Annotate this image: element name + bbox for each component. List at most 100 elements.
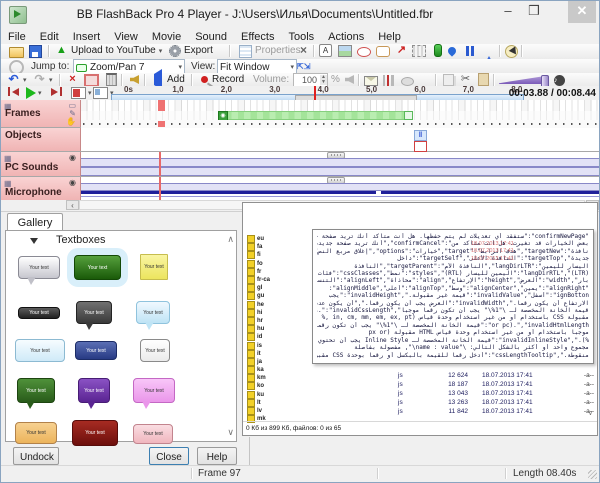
fullscreen-button[interactable]: ⇱⇲ [297, 60, 308, 73]
minimize-button[interactable]: – [495, 1, 521, 23]
open-button[interactable] [9, 44, 24, 57]
timeline-ruler[interactable]: 0s1,02,03,04,05,06,07,08,0 [111, 86, 523, 94]
frame-tool-button[interactable]: ▾ [71, 87, 92, 99]
textbox-white-rounded[interactable]: Your text [140, 339, 170, 362]
menu-effects[interactable]: Effects [234, 29, 281, 45]
split-movie-button[interactable] [383, 73, 394, 86]
effects-row[interactable]: ◉ [81, 111, 599, 120]
insert-textbox-button[interactable]: A [319, 44, 332, 57]
pc-sounds-track-header[interactable]: ▦ ◉ PC Sounds [1, 152, 81, 176]
insert-image-button[interactable] [338, 44, 352, 57]
frames-track-header[interactable]: ▦ ▭ ✎ ✋ Frames [1, 100, 81, 127]
textbox-orchid-bubble[interactable]: Your text [133, 378, 175, 403]
save-button[interactable] [29, 44, 42, 57]
pause-object-icon[interactable]: ‖ [414, 130, 427, 141]
textbox-object-icon[interactable] [414, 141, 427, 152]
chevron-down-icon[interactable]: ▾ [38, 89, 42, 97]
insert-arrow-button[interactable]: ↗ [395, 44, 408, 57]
textbox-yellow-note[interactable]: Your text [140, 254, 168, 280]
insert-highlight-button[interactable] [357, 44, 371, 57]
insert-watermark-button[interactable] [448, 44, 456, 57]
help-button[interactable]: Help [197, 447, 237, 465]
pc-sounds-track[interactable]: ▦ ◉ PC Sounds [1, 152, 599, 177]
textbox-darkred-rounded[interactable]: Your text [72, 420, 118, 446]
upload-youtube-button[interactable]: ▲ Upload to YouTube ▾ [55, 44, 162, 57]
volume-slider[interactable] [499, 75, 551, 86]
movie-preview-pane[interactable]: eufafifofrfr-caglguhehihrhuidisitjakakmk… [242, 202, 598, 436]
resize-grip[interactable] [588, 470, 597, 479]
trash-button[interactable] [104, 73, 119, 86]
objects-track-header[interactable]: Objects [1, 128, 81, 151]
menu-sound[interactable]: Sound [188, 29, 234, 45]
menu-file[interactable]: File [1, 29, 33, 45]
textbox-paleblue-rounded[interactable]: Your text [15, 339, 65, 362]
textbox-pink-rounded[interactable]: Your text [133, 424, 173, 444]
zoom-pan-effect-bar[interactable]: ◉ [218, 111, 412, 120]
menu-insert[interactable]: Insert [66, 29, 108, 45]
objects-track[interactable]: Objects ‖ [1, 128, 599, 152]
play-button[interactable]: ▾ [26, 87, 42, 99]
textbox-charcoal-bubble[interactable]: Your text [76, 301, 112, 324]
maximize-button[interactable]: ❒ [521, 1, 547, 23]
menu-edit[interactable]: Edit [33, 29, 66, 45]
insert-box-button[interactable] [376, 44, 390, 57]
close-window-button[interactable]: ✕ [568, 1, 596, 23]
export-button[interactable]: Export [169, 44, 213, 57]
insert-autoscroll-button[interactable] [482, 44, 495, 57]
go-to-end-button[interactable] [51, 87, 62, 96]
menu-movie[interactable]: Movie [145, 29, 188, 45]
speaker-icon[interactable]: ◉ [69, 178, 76, 187]
preview-effects-button[interactable] [401, 73, 414, 86]
collapse-triangle-icon[interactable] [30, 238, 38, 244]
go-to-start-button[interactable] [8, 87, 19, 96]
delete-frames-button[interactable]: × [66, 73, 79, 86]
properties-button[interactable]: Properties [239, 44, 301, 57]
textbox-tan-rounded[interactable]: Your text [15, 422, 57, 444]
textbox-purple-bubble[interactable]: Your text [78, 378, 110, 403]
chevron-down-icon[interactable]: ▾ [159, 47, 163, 55]
close-button[interactable]: Close [149, 447, 189, 465]
microphone-track-header[interactable]: ▦ ◉ Microphone [1, 177, 81, 200]
insert-blur-button[interactable] [412, 44, 426, 57]
frames-track[interactable]: ▦ ▭ ✎ ✋ Frames ◉ [1, 100, 599, 128]
hand-icon[interactable]: ✋ [66, 117, 76, 126]
spinner-arrows[interactable]: ▲▼ [320, 75, 327, 85]
playhead[interactable] [314, 86, 316, 100]
frame-cells[interactable] [81, 100, 599, 111]
crop-frames-button[interactable] [84, 73, 99, 86]
keyframes-row[interactable] [81, 120, 599, 128]
copy-button[interactable] [441, 73, 456, 86]
microphone-track[interactable]: ▦ ◉ Microphone [1, 177, 599, 200]
undock-button[interactable]: Undock [13, 447, 59, 465]
menu-help[interactable]: Help [371, 29, 408, 45]
gallery-scroll-up[interactable]: ∧ [227, 234, 234, 245]
insert-pause-button[interactable] [465, 44, 475, 57]
menu-actions[interactable]: Actions [321, 29, 371, 45]
textboxes-section-header[interactable]: Textboxes [6, 233, 236, 248]
textbox-silver-bubble[interactable]: Your text [18, 256, 60, 279]
delete-object-button[interactable]: × [297, 44, 310, 57]
insert-marker-button[interactable] [431, 44, 445, 57]
mute-button[interactable] [343, 73, 356, 86]
highlight-cursor-button[interactable] [505, 44, 518, 57]
microphone-track-body[interactable] [81, 177, 599, 200]
selected-frame-marker[interactable] [158, 100, 165, 111]
redo-button[interactable]: ↷▾ [33, 73, 53, 86]
objects-track-body[interactable]: ‖ [81, 128, 599, 151]
speaker-button[interactable]: ♪ [554, 73, 565, 86]
textbox-navy-rounded[interactable]: Your text [75, 341, 117, 360]
textbox-skyblue-bubble[interactable]: Your text [136, 301, 170, 324]
menu-view[interactable]: View [107, 29, 145, 45]
frames-track-body[interactable]: ◉ [81, 100, 599, 127]
textbox-forest-bubble[interactable]: Your text [17, 378, 55, 403]
textbox-black-bar[interactable]: Your text [18, 307, 60, 319]
textbox-green-rounded[interactable]: Your text [74, 255, 121, 280]
title-bar[interactable]: BB FlashBack Pro 4 Player - J:\Users\Иль… [1, 1, 599, 27]
pc-sounds-track-body[interactable] [81, 152, 599, 176]
chevron-down-icon[interactable]: ▾ [88, 89, 92, 97]
undo-button[interactable]: ↶▾ [7, 73, 27, 86]
panel-splitter[interactable] [249, 437, 250, 467]
scroll-left-button[interactable]: ‹ [66, 200, 79, 210]
paste-button[interactable] [476, 73, 491, 86]
speaker-icon[interactable]: ◉ [69, 153, 76, 162]
